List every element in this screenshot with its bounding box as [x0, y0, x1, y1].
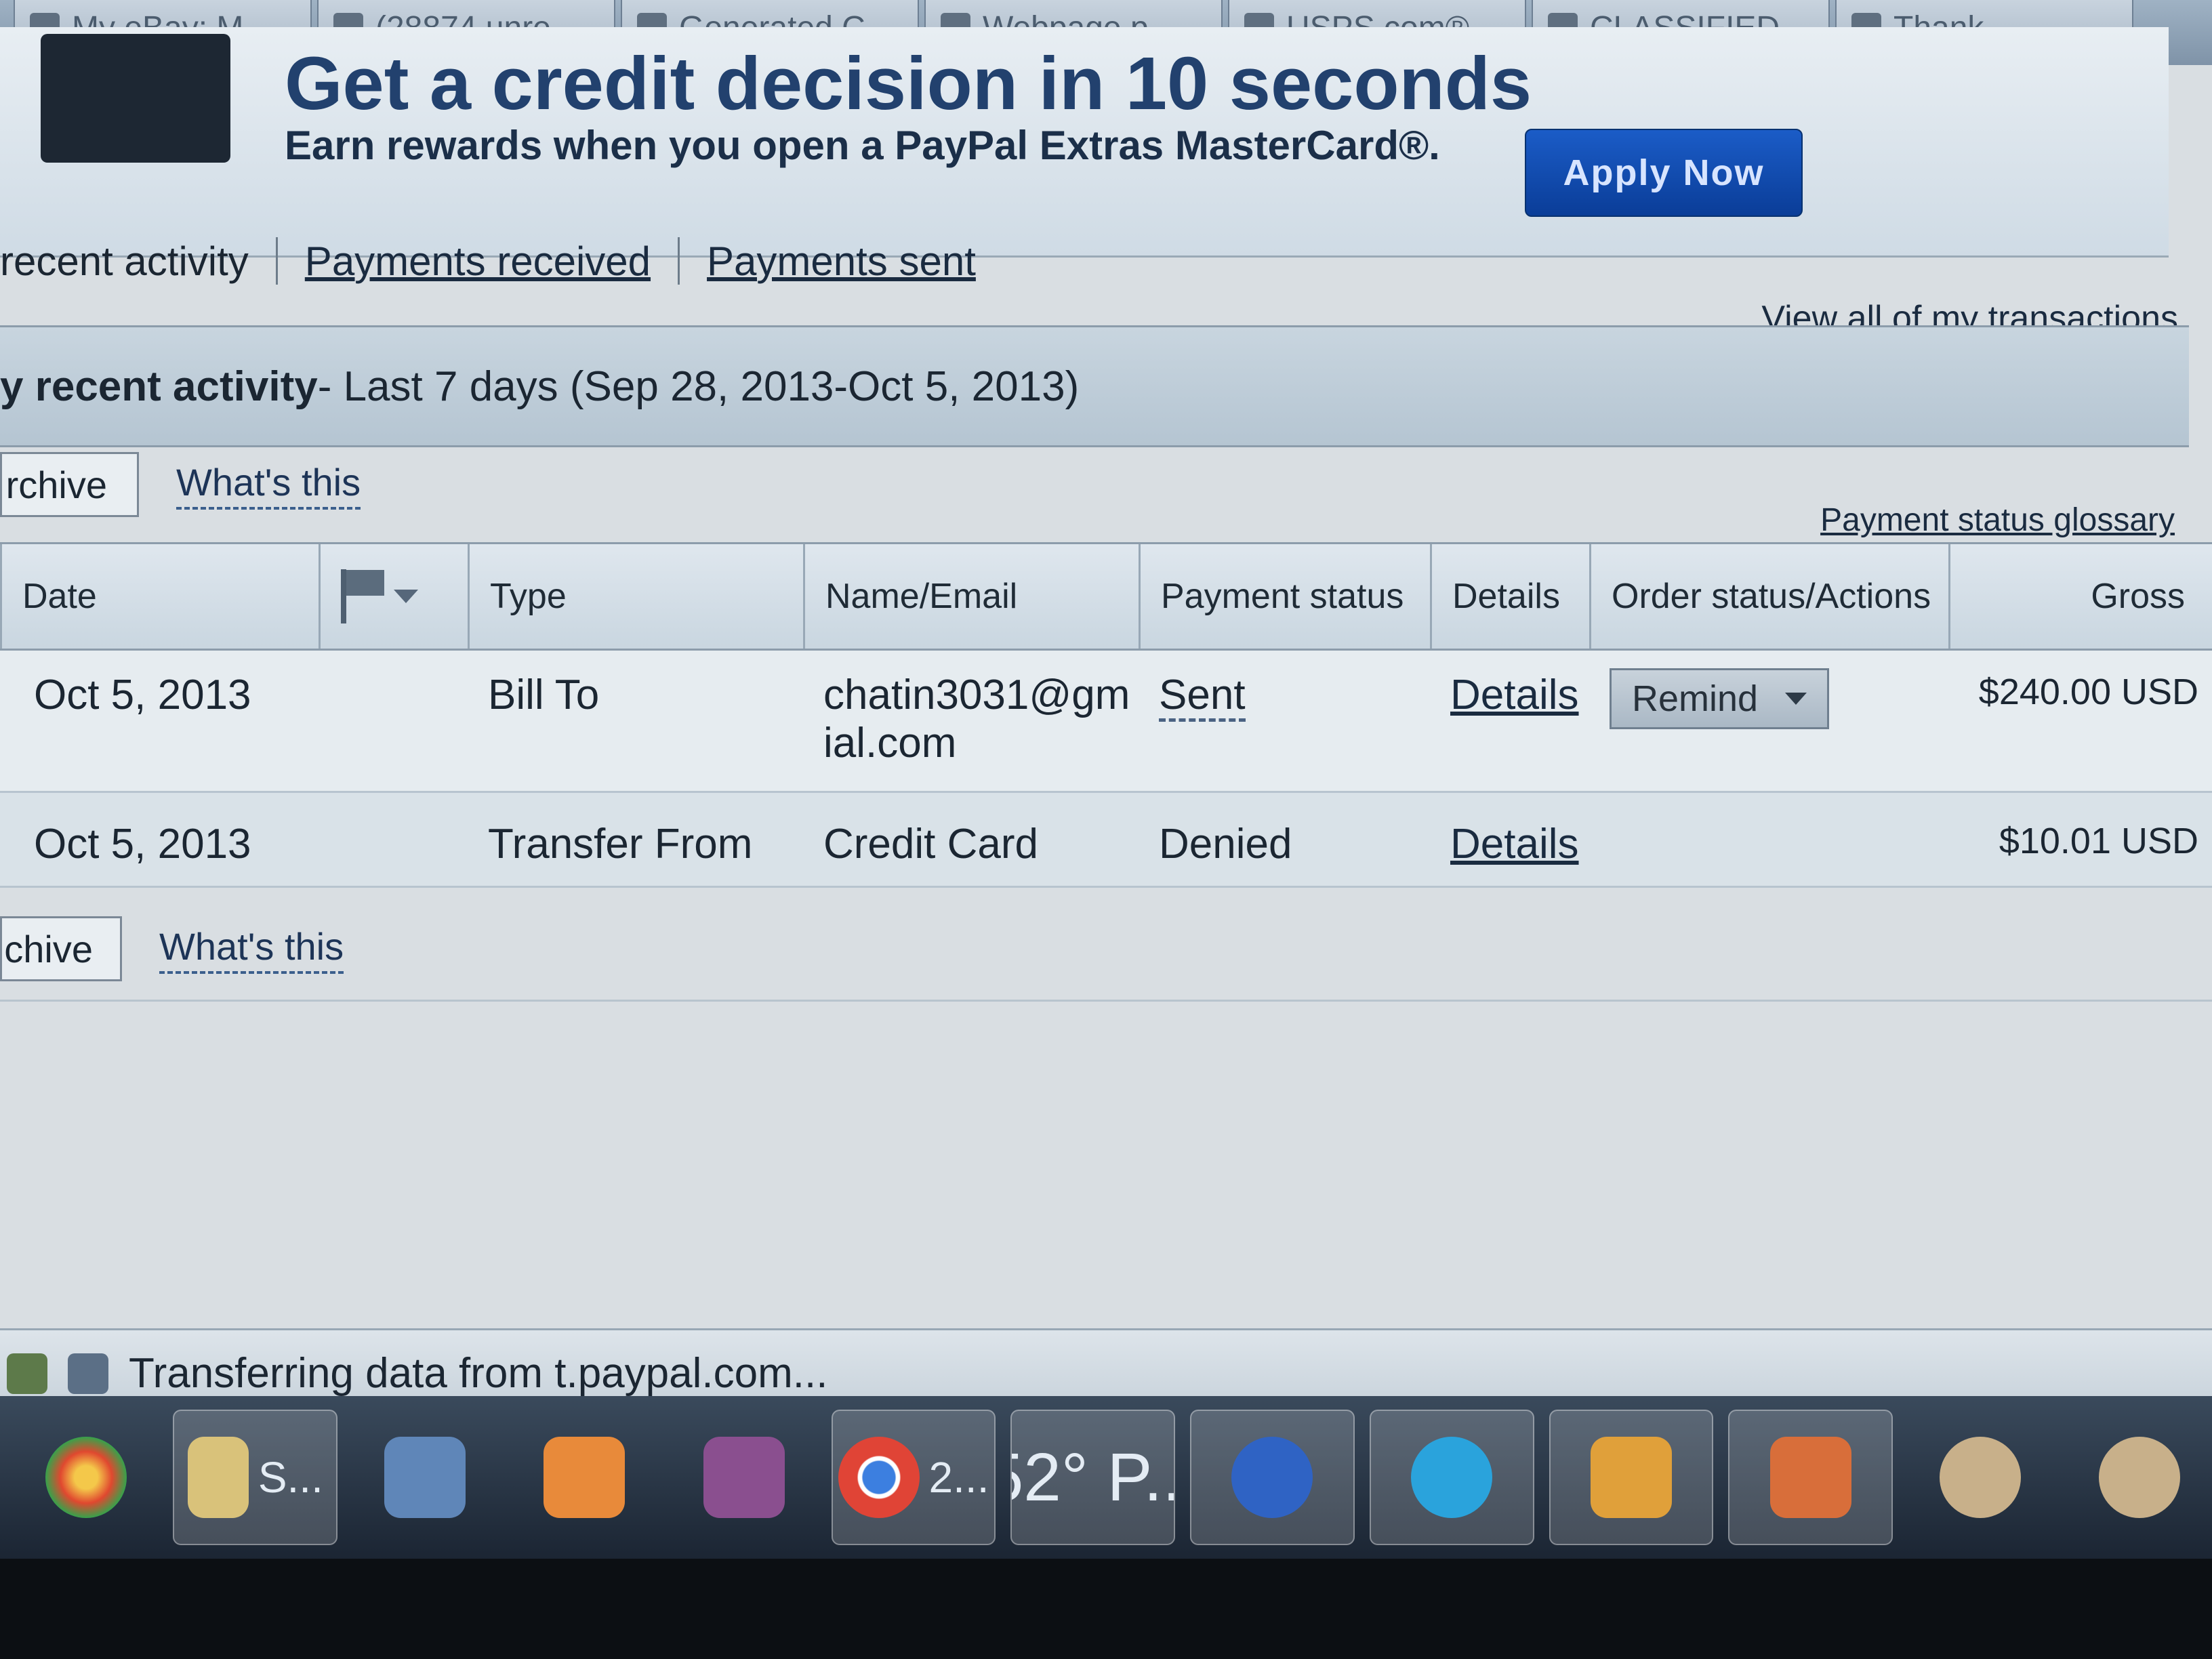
media-player-icon — [544, 1437, 626, 1518]
taskbar-paint-1[interactable] — [1908, 1410, 2052, 1545]
skype-icon — [1411, 1437, 1493, 1518]
section-date-range: - Last 7 days (Sep 28, 2013-Oct 5, 2013) — [317, 363, 1080, 410]
row-details: Details — [1430, 793, 1589, 886]
taskbar-explorer[interactable]: S... — [173, 1410, 338, 1545]
row-status: Sent — [1139, 651, 1430, 791]
taskbar-label: S... — [258, 1453, 323, 1502]
tab-payments-received[interactable]: Payments received — [305, 238, 651, 285]
remind-label: Remind — [1632, 678, 1759, 719]
bird-icon — [1231, 1437, 1313, 1518]
row-name-email: chatin3031@gm ial.com — [803, 651, 1139, 791]
taskbar-skype[interactable] — [1369, 1410, 1534, 1545]
column-details: Details — [1430, 544, 1589, 649]
taskbar-media-player[interactable] — [512, 1410, 657, 1545]
chevron-down-icon — [1785, 693, 1807, 705]
column-name-email[interactable]: Name/Email — [803, 544, 1139, 649]
taskbar-weather[interactable]: 52° P... — [1010, 1410, 1176, 1545]
palette-icon — [1939, 1437, 2021, 1518]
contacts-icon — [384, 1437, 466, 1518]
column-gross[interactable]: Gross — [1948, 544, 2212, 649]
windows-taskbar: S... 2... 52° P... — [0, 1396, 2212, 1559]
banner-subline: Earn rewards when you open a PayPal Extr… — [285, 123, 1440, 168]
chrome-icon — [838, 1437, 920, 1518]
screen-bezel — [0, 1559, 2212, 1659]
flag-icon — [341, 569, 418, 623]
tab-recent-activity[interactable]: recent activity — [0, 238, 249, 285]
taskbar-chrome[interactable]: 2... — [831, 1410, 996, 1545]
promo-banner: Get a credit decision in 10 seconds Earn… — [0, 27, 2169, 258]
addon-icon[interactable] — [7, 1353, 47, 1394]
chevron-down-icon — [394, 590, 418, 603]
start-button[interactable] — [14, 1410, 158, 1545]
email-line: ial.com — [823, 720, 957, 766]
whats-this-link[interactable]: What's this — [159, 924, 344, 974]
taskbar-bird-app[interactable] — [1190, 1410, 1355, 1545]
taskbar-contacts[interactable] — [352, 1410, 497, 1545]
table-row: Oct 5, 2013 Transfer From Credit Card De… — [0, 793, 2212, 888]
taskbar-winrar[interactable] — [672, 1410, 816, 1545]
taskbar-label: 52° P... — [1012, 1439, 1174, 1515]
divider — [0, 1000, 2212, 1002]
folder-icon — [187, 1437, 249, 1518]
row-details: Details — [1430, 651, 1589, 791]
table-row: Oct 5, 2013 Bill To chatin3031@gm ial.co… — [0, 651, 2212, 793]
column-order-status: Order status/Actions — [1589, 544, 1948, 649]
tab-payments-sent[interactable]: Payments sent — [707, 238, 976, 285]
table-header: Date Type Name/Email Payment status Deta… — [0, 542, 2212, 651]
row-date: Oct 5, 2013 — [34, 821, 251, 867]
divider — [275, 237, 278, 285]
payment-status-glossary-link[interactable]: Payment status glossary — [1820, 501, 2175, 539]
section-title: y recent activity — [0, 363, 318, 410]
activity-table: Date Type Name/Email Payment status Deta… — [0, 542, 2212, 888]
email-line: chatin3031@gm — [823, 672, 1130, 718]
recent-activity-header: y recent activity - Last 7 days (Sep 28,… — [0, 325, 2189, 447]
row-type: Transfer From — [488, 821, 753, 867]
status-link[interactable]: Sent — [1159, 672, 1246, 722]
activity-subnav: recent activity Payments received Paymen… — [0, 224, 976, 298]
banner-headline: Get a credit decision in 10 seconds — [285, 42, 1532, 125]
windows-logo-icon — [45, 1437, 127, 1518]
whats-this-link[interactable]: What's this — [176, 460, 361, 510]
cz-icon[interactable] — [68, 1353, 108, 1394]
row-status: Denied — [1159, 821, 1292, 867]
taskbar-photo-app[interactable] — [1728, 1410, 1893, 1545]
globe-icon — [1590, 1437, 1672, 1518]
column-payment-status[interactable]: Payment status — [1139, 544, 1430, 649]
archive-toolbar-bottom: chive What's this — [0, 908, 2189, 989]
row-gross: $10.01 USD — [1999, 821, 2198, 861]
flag-column[interactable] — [319, 544, 468, 649]
palette-icon — [2099, 1437, 2181, 1518]
taskbar-globe[interactable] — [1549, 1410, 1714, 1545]
card-image — [41, 34, 230, 163]
taskbar-paint-2[interactable] — [2067, 1410, 2211, 1545]
row-action: Remind — [1589, 651, 1948, 791]
archive-button[interactable]: rchive — [0, 452, 139, 517]
remind-dropdown[interactable]: Remind — [1610, 668, 1830, 729]
taskbar-label: 2... — [928, 1453, 989, 1502]
row-type: Bill To — [488, 672, 600, 718]
details-link[interactable]: Details — [1450, 821, 1579, 867]
apply-now-button[interactable]: Apply Now — [1525, 129, 1803, 217]
row-gross: $240.00 USD — [1978, 672, 2198, 712]
winrar-icon — [703, 1437, 785, 1518]
row-name-email: Credit Card — [823, 821, 1038, 867]
row-action — [1589, 793, 1948, 886]
divider — [678, 237, 680, 285]
archive-button[interactable]: chive — [0, 916, 122, 981]
status-text: Transferring data from t.paypal.com... — [129, 1350, 828, 1397]
photo-icon — [1769, 1437, 1851, 1518]
column-type[interactable]: Type — [468, 544, 803, 649]
row-date: Oct 5, 2013 — [34, 672, 251, 718]
column-date[interactable]: Date — [0, 544, 319, 649]
details-link[interactable]: Details — [1450, 672, 1579, 718]
